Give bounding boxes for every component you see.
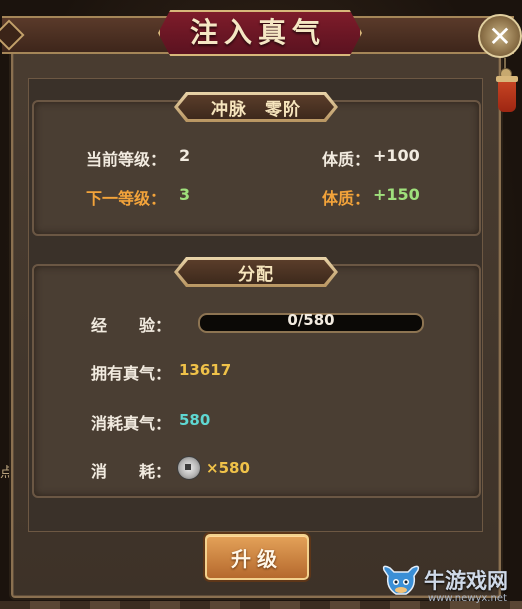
consume-label: 消 耗： bbox=[91, 462, 172, 481]
level-section-label: 冲脉 零阶 bbox=[211, 99, 301, 120]
upgrade-button[interactable]: 升级 bbox=[205, 534, 309, 580]
watermark-bull-icon bbox=[382, 565, 420, 595]
next-stat-label: 体质： bbox=[322, 189, 371, 208]
current-level-value: 2 bbox=[179, 146, 191, 165]
watermark-url: www.newyx.net bbox=[428, 593, 507, 604]
dialog-title: 注入真气 bbox=[189, 16, 326, 49]
current-stat-value: +100 bbox=[373, 146, 420, 165]
close-button[interactable]: ✕ bbox=[478, 14, 522, 58]
allocate-section-header: 分配 bbox=[174, 257, 338, 287]
close-icon: ✕ bbox=[488, 19, 512, 53]
next-stat-value: +150 bbox=[373, 185, 420, 204]
exp-label: 经 验： bbox=[91, 316, 172, 335]
owned-qi-label: 拥有真气： bbox=[91, 364, 172, 383]
level-section-header: 冲脉 零阶 bbox=[174, 92, 338, 122]
next-level-label: 下一等级： bbox=[86, 189, 167, 208]
cost-qi-value: 580 bbox=[179, 411, 211, 429]
current-stat-label: 体质： bbox=[322, 150, 371, 169]
owned-qi-value: 13617 bbox=[179, 361, 232, 379]
next-level-value: 3 bbox=[179, 185, 191, 204]
consume-value: ×580 bbox=[206, 459, 250, 477]
allocate-section-label: 分配 bbox=[238, 264, 274, 285]
cost-qi-label: 消耗真气： bbox=[91, 414, 172, 433]
exp-progress-text: 0/580 bbox=[287, 311, 335, 329]
copper-coin-icon bbox=[177, 456, 201, 480]
tassel-ornament bbox=[496, 76, 518, 112]
watermark-text: 牛游戏网 bbox=[424, 569, 508, 593]
current-level-label: 当前等级： bbox=[86, 150, 167, 169]
